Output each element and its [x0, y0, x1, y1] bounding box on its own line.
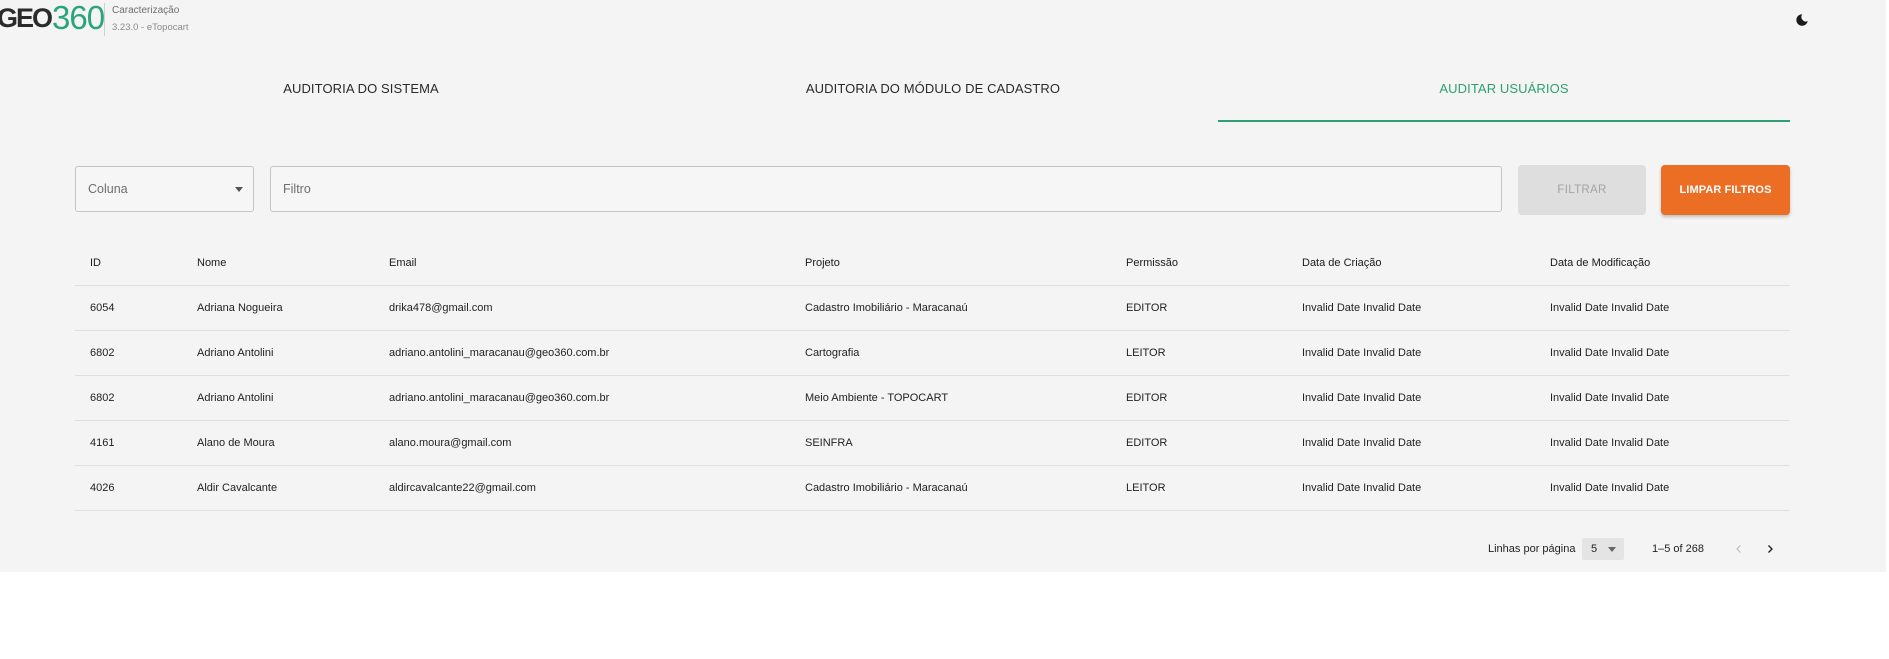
cell-nome: Adriano Antolini [182, 330, 374, 376]
cell-data-criacao: Invalid Date Invalid Date [1287, 285, 1535, 331]
cell-id: 4161 [75, 420, 182, 466]
column-select-label: Coluna [88, 182, 128, 196]
filter-input[interactable] [270, 166, 1502, 212]
cell-data-modificacao: Invalid Date Invalid Date [1535, 420, 1790, 466]
tab-auditoria-sistema[interactable]: AUDITORIA DO SISTEMA [75, 63, 647, 122]
cell-permissao: EDITOR [1111, 285, 1287, 331]
logo-text-360: 360 [52, 0, 105, 36]
geo360-logo[interactable]: GEO 360 [0, 0, 105, 36]
cell-permissao: EDITOR [1111, 420, 1287, 466]
cell-nome: Aldir Cavalcante [182, 465, 374, 511]
tab-auditoria-modulo-cadastro[interactable]: AUDITORIA DO MÓDULO DE CADASTRO [647, 63, 1219, 122]
column-header-nome[interactable]: Nome [182, 241, 374, 286]
cell-data-modificacao: Invalid Date Invalid Date [1535, 465, 1790, 511]
cell-permissao: EDITOR [1111, 375, 1287, 421]
rows-per-page-label: Linhas por página [1488, 543, 1576, 555]
cell-nome: Adriano Antolini [182, 375, 374, 421]
table-header-row: ID Nome Email Projeto Permissão Data de … [75, 241, 1790, 286]
column-select[interactable]: Coluna [75, 166, 254, 212]
logo-divider [104, 3, 105, 36]
rows-per-page-value: 5 [1591, 543, 1598, 555]
cell-nome: Adriana Nogueira [182, 285, 374, 331]
clear-filters-button[interactable]: LIMPAR FILTROS [1661, 165, 1790, 215]
caret-down-icon [1608, 547, 1616, 552]
cell-permissao: LEITOR [1111, 330, 1287, 376]
column-header-data-criacao[interactable]: Data de Criação [1287, 241, 1535, 286]
page: GEO 360 Caracterização 3.23.0 - eTopocar… [0, 0, 1889, 659]
cell-data-modificacao: Invalid Date Invalid Date [1535, 330, 1790, 376]
cell-projeto: Cadastro Imobiliário - Maracanaú [790, 285, 1111, 331]
cell-email: adriano.antolini_maracanau@geo360.com.br [374, 375, 790, 421]
table-row[interactable]: 6802 Adriano Antolini adriano.antolini_m… [75, 375, 1790, 421]
moon-icon [1796, 14, 1808, 26]
logo-text-geo: GEO [0, 2, 53, 33]
cell-nome: Alano de Moura [182, 420, 374, 466]
cell-data-criacao: Invalid Date Invalid Date [1287, 420, 1535, 466]
column-header-data-modificacao[interactable]: Data de Modificação [1535, 241, 1790, 286]
table-row[interactable]: 4161 Alano de Moura alano.moura@gmail.co… [75, 420, 1790, 466]
column-header-id[interactable]: ID [75, 241, 182, 286]
previous-page-button[interactable] [1729, 539, 1749, 559]
cell-projeto: Cadastro Imobiliário - Maracanaú [790, 465, 1111, 511]
table-pagination: Linhas por página 5 1–5 of 268 [1488, 537, 1788, 561]
cell-id: 4026 [75, 465, 182, 511]
filter-button[interactable]: FILTRAR [1518, 165, 1646, 215]
column-header-email[interactable]: Email [374, 241, 790, 286]
chevron-left-icon [1736, 545, 1741, 553]
app-name: Caracterização [112, 5, 180, 16]
tab-auditar-usuarios[interactable]: AUDITAR USUÁRIOS [1218, 63, 1790, 122]
app-surface: GEO 360 Caracterização 3.23.0 - eTopocar… [0, 0, 1886, 572]
table-row[interactable]: 6054 Adriana Nogueira drika478@gmail.com… [75, 285, 1790, 331]
cell-projeto: SEINFRA [790, 420, 1111, 466]
table-body: 6054 Adriana Nogueira drika478@gmail.com… [75, 285, 1790, 511]
app-version: 3.23.0 - eTopocart [112, 22, 189, 33]
cell-data-criacao: Invalid Date Invalid Date [1287, 375, 1535, 421]
cell-data-modificacao: Invalid Date Invalid Date [1535, 375, 1790, 421]
cell-projeto: Meio Ambiente - TOPOCART [790, 375, 1111, 421]
cell-email: alano.moura@gmail.com [374, 420, 790, 466]
rows-per-page-select[interactable]: 5 [1582, 538, 1624, 560]
theme-toggle-button[interactable] [1793, 11, 1811, 29]
table-row[interactable]: 6802 Adriano Antolini adriano.antolini_m… [75, 330, 1790, 376]
cell-data-modificacao: Invalid Date Invalid Date [1535, 285, 1790, 331]
pagination-range: 1–5 of 268 [1652, 543, 1704, 555]
cell-email: aldircavalcante22@gmail.com [374, 465, 790, 511]
audit-tabs: AUDITORIA DO SISTEMA AUDITORIA DO MÓDULO… [75, 63, 1790, 122]
active-tab-indicator [1218, 120, 1790, 122]
cell-id: 6802 [75, 330, 182, 376]
table-header: ID Nome Email Projeto Permissão Data de … [75, 241, 1790, 286]
cell-email: drika478@gmail.com [374, 285, 790, 331]
column-header-projeto[interactable]: Projeto [790, 241, 1111, 286]
caret-down-icon [235, 187, 243, 192]
cell-projeto: Cartografia [790, 330, 1111, 376]
cell-email: adriano.antolini_maracanau@geo360.com.br [374, 330, 790, 376]
cell-data-criacao: Invalid Date Invalid Date [1287, 330, 1535, 376]
users-audit-table: ID Nome Email Projeto Permissão Data de … [75, 241, 1790, 511]
cell-data-criacao: Invalid Date Invalid Date [1287, 465, 1535, 511]
chevron-right-icon [1768, 545, 1773, 553]
next-page-button[interactable] [1760, 539, 1780, 559]
cell-id: 6802 [75, 375, 182, 421]
app-header: GEO 360 Caracterização 3.23.0 - eTopocar… [0, 0, 1886, 40]
cell-permissao: LEITOR [1111, 465, 1287, 511]
column-header-permissao[interactable]: Permissão [1111, 241, 1287, 286]
cell-id: 6054 [75, 285, 182, 331]
table-row[interactable]: 4026 Aldir Cavalcante aldircavalcante22@… [75, 465, 1790, 511]
